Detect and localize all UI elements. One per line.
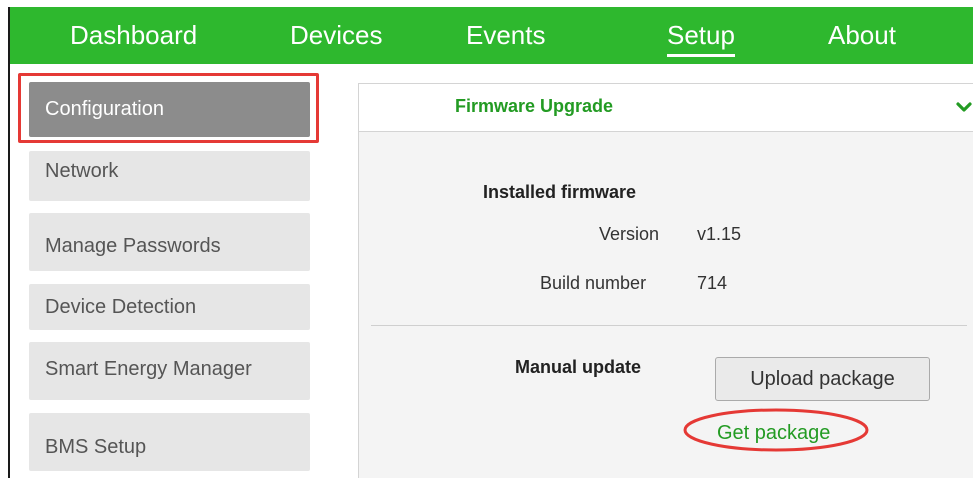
- nav-events[interactable]: Events: [466, 20, 546, 50]
- build-number-value: 714: [697, 273, 728, 293]
- version-label: Version: [599, 224, 660, 244]
- window-left-border: [8, 64, 10, 478]
- version-value: v1.15: [697, 224, 742, 244]
- nav-about[interactable]: About: [828, 20, 896, 50]
- sidebar-item-network[interactable]: Network: [29, 151, 310, 201]
- sidebar-item-smart-energy-manager[interactable]: Smart Energy Manager: [29, 342, 310, 400]
- sidebar-item-configuration[interactable]: Configuration: [29, 82, 310, 137]
- panel-title: Firmware Upgrade: [455, 96, 614, 116]
- build-number-label: Build number: [540, 273, 647, 293]
- panel-header[interactable]: Firmware Upgrade: [359, 84, 973, 132]
- installed-firmware-heading: Installed firmware: [483, 182, 637, 202]
- sidebar-item-manage-passwords[interactable]: Manage Passwords: [29, 213, 310, 271]
- nav-setup[interactable]: Setup: [667, 20, 735, 57]
- nav-devices[interactable]: Devices: [290, 20, 382, 50]
- sidebar-item-bms-setup[interactable]: BMS Setup: [29, 413, 310, 471]
- panel-body: Installed firmware Version v1.15 Build n…: [359, 132, 973, 478]
- upload-package-button[interactable]: Upload package: [715, 357, 930, 401]
- manual-update-label: Manual update: [515, 357, 642, 377]
- firmware-upgrade-panel: Firmware Upgrade Installed firmware Vers…: [358, 83, 973, 478]
- sidebar-item-device-detection[interactable]: Device Detection: [29, 284, 310, 330]
- get-package-link[interactable]: Get package: [717, 422, 830, 445]
- chevron-down-icon[interactable]: [955, 98, 973, 116]
- app-window: Dashboard Devices Events Setup About Con…: [8, 7, 973, 478]
- divider: [371, 325, 967, 326]
- top-navigation: Dashboard Devices Events Setup About: [8, 7, 973, 64]
- nav-dashboard[interactable]: Dashboard: [70, 20, 197, 50]
